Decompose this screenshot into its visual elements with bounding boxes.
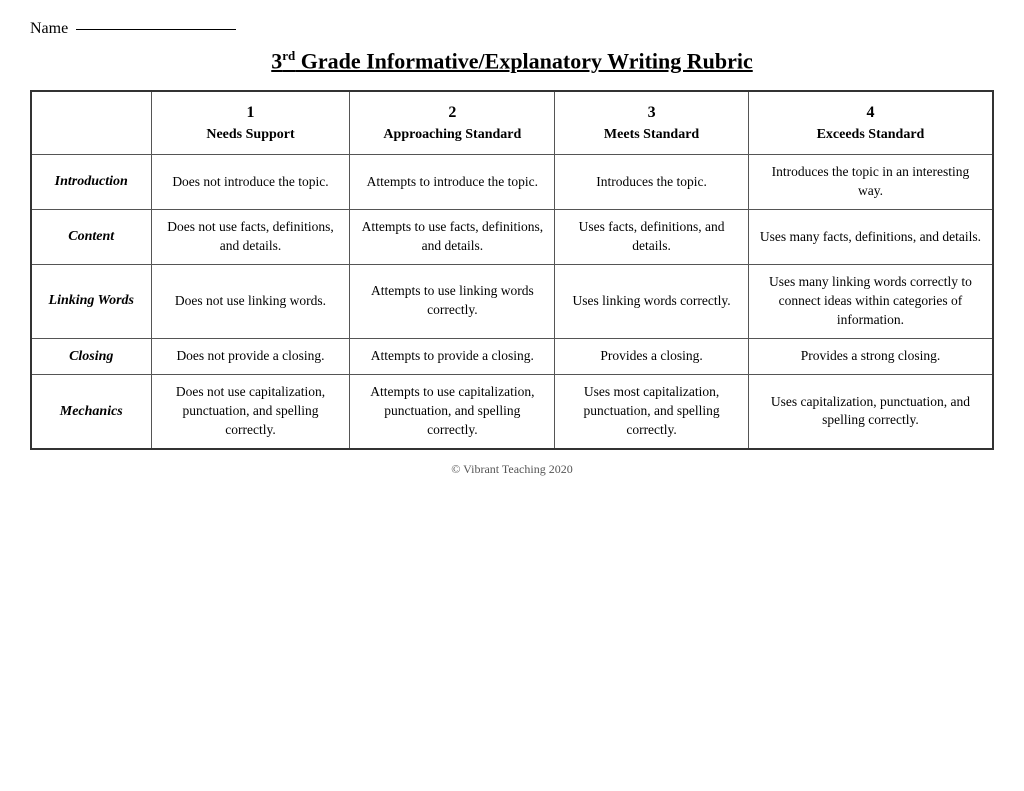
row-3-col1: Does not provide a closing. bbox=[151, 338, 350, 375]
row-4-col3: Uses most capitalization, punctuation, a… bbox=[555, 375, 749, 449]
row-3-col3: Provides a closing. bbox=[555, 338, 749, 375]
row-2-col4: Uses many linking words correctly to con… bbox=[748, 264, 993, 338]
row-3-col4: Provides a strong closing. bbox=[748, 338, 993, 375]
footer: © Vibrant Teaching 2020 bbox=[30, 462, 994, 477]
name-field: Name bbox=[30, 20, 994, 38]
table-row: Introduction Does not introduce the topi… bbox=[31, 155, 993, 210]
row-4-col1: Does not use capitalization, punctuation… bbox=[151, 375, 350, 449]
row-1-col1: Does not use facts, definitions, and det… bbox=[151, 210, 350, 265]
row-4-col4: Uses capitalization, punctuation, and sp… bbox=[748, 375, 993, 449]
page-title: 3rd Grade Informative/Explanatory Writin… bbox=[30, 48, 994, 74]
name-label: Name bbox=[30, 20, 68, 38]
name-underline bbox=[76, 29, 236, 30]
row-label-2: Linking Words bbox=[31, 264, 151, 338]
superscript: rd bbox=[282, 48, 295, 63]
header-empty bbox=[31, 91, 151, 154]
row-1-col2: Attempts to use facts, definitions, and … bbox=[350, 210, 555, 265]
row-4-col2: Attempts to use capitalization, punctuat… bbox=[350, 375, 555, 449]
table-row: Closing Does not provide a closing. Atte… bbox=[31, 338, 993, 375]
row-0-col3: Introduces the topic. bbox=[555, 155, 749, 210]
table-row: Content Does not use facts, definitions,… bbox=[31, 210, 993, 265]
header-row: 1 Needs Support 2 Approaching Standard 3… bbox=[31, 91, 993, 154]
row-1-col4: Uses many facts, definitions, and detail… bbox=[748, 210, 993, 265]
row-label-1: Content bbox=[31, 210, 151, 265]
row-3-col2: Attempts to provide a closing. bbox=[350, 338, 555, 375]
row-0-col4: Introduces the topic in an interesting w… bbox=[748, 155, 993, 210]
row-label-4: Mechanics bbox=[31, 375, 151, 449]
table-row: Linking Words Does not use linking words… bbox=[31, 264, 993, 338]
row-0-col1: Does not introduce the topic. bbox=[151, 155, 350, 210]
row-2-col2: Attempts to use linking words correctly. bbox=[350, 264, 555, 338]
row-2-col3: Uses linking words correctly. bbox=[555, 264, 749, 338]
rubric-table: 1 Needs Support 2 Approaching Standard 3… bbox=[30, 90, 994, 449]
row-label-0: Introduction bbox=[31, 155, 151, 210]
header-col4: 4 Exceeds Standard bbox=[748, 91, 993, 154]
header-col1: 1 Needs Support bbox=[151, 91, 350, 154]
row-1-col3: Uses facts, definitions, and details. bbox=[555, 210, 749, 265]
row-2-col1: Does not use linking words. bbox=[151, 264, 350, 338]
header-col2: 2 Approaching Standard bbox=[350, 91, 555, 154]
row-0-col2: Attempts to introduce the topic. bbox=[350, 155, 555, 210]
row-label-3: Closing bbox=[31, 338, 151, 375]
header-col3: 3 Meets Standard bbox=[555, 91, 749, 154]
table-row: Mechanics Does not use capitalization, p… bbox=[31, 375, 993, 449]
